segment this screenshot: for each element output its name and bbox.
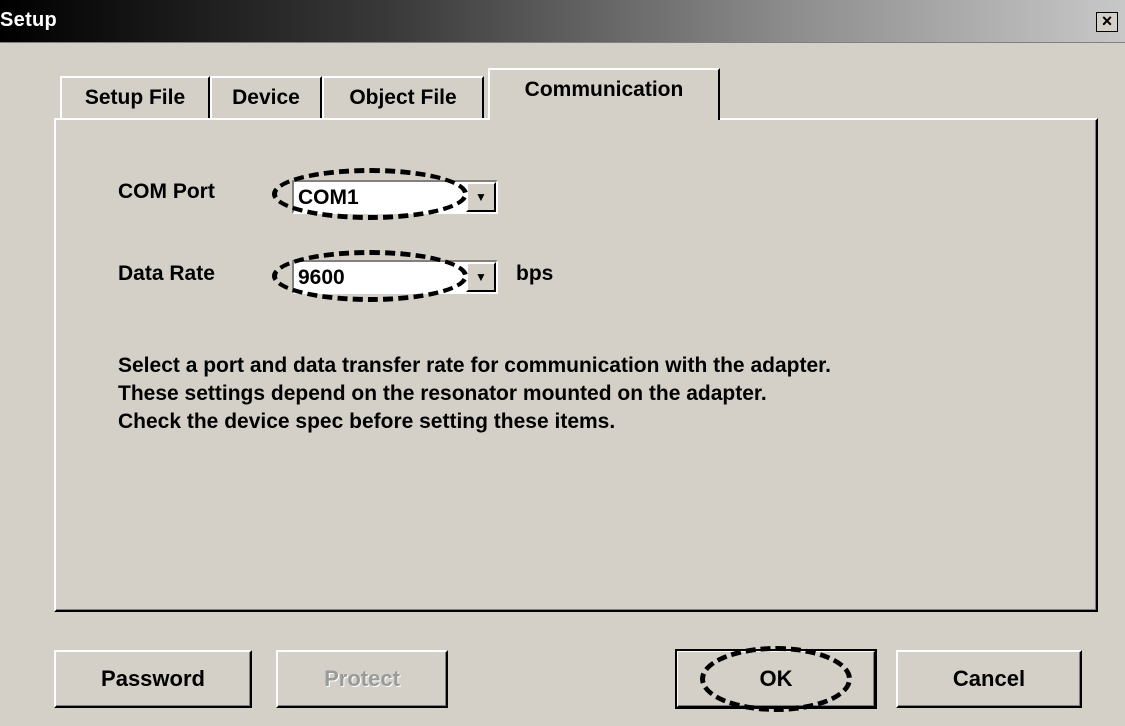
tab-label: Communication [524, 78, 684, 101]
com-port-select[interactable]: COM1 ▼ [292, 180, 498, 214]
password-button[interactable]: Password [54, 650, 252, 708]
tab-label: Object File [349, 86, 457, 109]
tab-setup-file[interactable]: Setup File [60, 76, 210, 118]
description-line: These settings depend on the resonator m… [118, 382, 767, 405]
com-port-label: COM Port [118, 180, 215, 203]
close-button[interactable]: × [1096, 12, 1118, 32]
tab-device[interactable]: Device [210, 76, 322, 118]
description-line: Select a port and data transfer rate for… [118, 354, 831, 377]
data-rate-unit: bps [516, 262, 554, 285]
cancel-button[interactable]: Cancel [896, 650, 1082, 708]
tab-object-file[interactable]: Object File [322, 76, 484, 118]
tab-label: Device [232, 86, 300, 109]
data-rate-select[interactable]: 9600 ▼ [292, 260, 498, 294]
description-text: Select a port and data transfer rate for… [118, 352, 831, 436]
tab-label: Setup File [84, 86, 186, 109]
data-rate-value: 9600 [298, 266, 345, 289]
chevron-down-icon[interactable]: ▼ [466, 262, 496, 292]
close-icon: × [1101, 11, 1113, 31]
data-rate-label: Data Rate [118, 262, 215, 285]
protect-button[interactable]: Protect [276, 650, 448, 708]
ok-button[interactable]: OK [675, 649, 877, 709]
description-line: Check the device spec before setting the… [118, 410, 616, 433]
com-port-value: COM1 [298, 186, 359, 209]
title-bar: Setup × [0, 0, 1125, 43]
window-title: Setup [0, 9, 58, 31]
chevron-down-icon[interactable]: ▼ [466, 182, 496, 212]
tab-communication[interactable]: Communication [488, 68, 720, 120]
